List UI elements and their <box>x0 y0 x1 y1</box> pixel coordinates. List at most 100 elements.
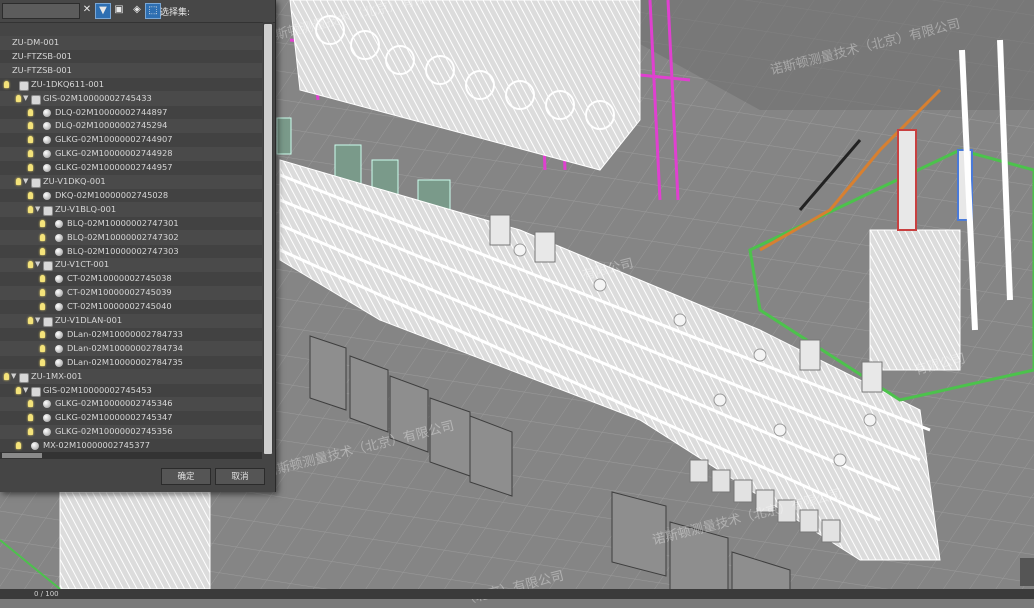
visibility-bulb-icon[interactable] <box>28 317 33 324</box>
expand-toggle-icon[interactable]: ▼ <box>23 175 28 189</box>
visibility-bulb-icon[interactable] <box>28 136 33 144</box>
visibility-bulb-icon[interactable] <box>28 150 33 158</box>
object-sphere-icon <box>31 442 39 451</box>
tree-row-label: GLKG-02M10000002745347 <box>55 412 173 423</box>
object-sphere-icon <box>43 400 51 409</box>
tree-row-label: MX-02M10000002745377 <box>43 440 151 451</box>
cancel-button[interactable]: 取消 <box>215 468 265 485</box>
horizontal-scrollbar[interactable] <box>0 452 262 459</box>
expand-toggle-icon[interactable]: ▼ <box>23 384 28 398</box>
visibility-bulb-icon[interactable] <box>40 219 45 227</box>
tree-row[interactable]: ZU-FTZSB-001 <box>0 49 262 64</box>
tree-row[interactable]: ZU-1DKQ611-001 <box>0 77 262 92</box>
expand-toggle-icon[interactable]: ▼ <box>11 370 16 384</box>
visibility-bulb-icon[interactable] <box>28 400 33 408</box>
object-sphere-icon <box>43 191 51 200</box>
tree-row[interactable]: ▼ GIS-02M10000002745433 <box>0 92 262 106</box>
ok-button[interactable]: 确定 <box>161 468 211 485</box>
layers-icon[interactable]: ◈ <box>130 3 144 17</box>
tree-row[interactable]: BLQ-02M10000002747301 <box>0 216 262 231</box>
object-sphere-icon <box>55 303 63 312</box>
visibility-bulb-icon[interactable] <box>16 178 21 185</box>
search-input[interactable] <box>2 3 80 19</box>
selection-set-label: 选择集: <box>160 8 191 18</box>
object-sphere-icon <box>43 150 51 159</box>
tree-row[interactable]: GLKG-02M10000002744907 <box>0 133 262 147</box>
tree-row[interactable]: ▼ ZU-V1DLAN-001 <box>0 314 262 328</box>
tree-row[interactable]: ZU-FTZSB-001 <box>0 64 262 78</box>
group-icon <box>43 261 53 272</box>
filter-icon[interactable]: ▼ <box>95 3 111 19</box>
tree-row[interactable]: BLQ-02M10000002747302 <box>0 231 262 245</box>
visibility-bulb-icon[interactable] <box>40 303 45 311</box>
tree-row-label: BLQ-02M10000002747303 <box>67 245 179 256</box>
group-icon <box>31 386 41 397</box>
tree-row[interactable]: GLKG-02M10000002745347 <box>0 411 262 425</box>
tree-row[interactable]: ▼ ZU-V1DKQ-001 <box>0 175 262 189</box>
display-icon[interactable]: ▣ <box>112 3 126 17</box>
visibility-bulb-icon[interactable] <box>40 358 45 366</box>
tree-row-label: ZU-FTZSB-001 <box>12 64 72 75</box>
visibility-bulb-icon[interactable] <box>28 164 33 172</box>
scrollbar-thumb[interactable] <box>2 453 42 458</box>
timeline-bar: 0 / 100 <box>0 589 1034 599</box>
tree-row[interactable]: ▼ ZU-V1BLQ-001 <box>0 203 262 217</box>
tree-row[interactable]: MX-02M10000002745377 <box>0 439 262 452</box>
scrollbar-thumb[interactable] <box>264 24 272 454</box>
explorer-toolbar: ✕ ▼ ▣ ◈ ⬚ 选择集: <box>0 0 275 23</box>
tree-row[interactable]: ▼ ZU-1MX-001 <box>0 370 262 384</box>
scene-explorer-dialog: ✕ ▼ ▣ ◈ ⬚ 选择集: ZU-DM-001 ZU-FTZSB-001 ZU-F… <box>0 0 276 492</box>
tree-row[interactable]: GLKG-02M10000002745356 <box>0 425 262 439</box>
tree-row[interactable]: GLKG-02M10000002744957 <box>0 161 262 175</box>
tree-row-label: GLKG-02M10000002744907 <box>55 134 173 145</box>
tree-row-label: ZU-V1DKQ-001 <box>43 176 106 186</box>
object-sphere-icon <box>55 275 63 284</box>
visibility-bulb-icon[interactable] <box>28 191 33 199</box>
visibility-bulb-icon[interactable] <box>4 372 9 380</box>
tree-row[interactable]: DLQ-02M10000002745294 <box>0 119 262 133</box>
visibility-bulb-icon[interactable] <box>40 289 45 297</box>
visibility-bulb-icon[interactable] <box>40 275 45 283</box>
visibility-bulb-icon[interactable] <box>4 80 9 88</box>
vertical-scrollbar[interactable] <box>263 22 273 454</box>
tree-row[interactable]: CT-02M10000002745038 <box>0 272 262 286</box>
object-sphere-icon <box>43 108 51 117</box>
select-icon[interactable]: ⬚ <box>145 3 161 19</box>
tree-row[interactable]: CT-02M10000002745039 <box>0 286 262 300</box>
tree-row[interactable]: CT-02M10000002745040 <box>0 300 262 314</box>
expand-toggle-icon[interactable]: ▼ <box>23 92 28 106</box>
visibility-bulb-icon[interactable] <box>28 428 33 436</box>
visibility-bulb-icon[interactable] <box>40 330 45 338</box>
visibility-bulb-icon[interactable] <box>16 442 21 450</box>
tree-row[interactable]: ZU-DM-001 <box>0 36 262 50</box>
visibility-bulb-icon[interactable] <box>28 108 33 116</box>
visibility-bulb-icon[interactable] <box>40 247 45 255</box>
visibility-bulb-icon[interactable] <box>28 261 33 269</box>
visibility-bulb-icon[interactable] <box>28 205 33 213</box>
tree-row[interactable]: DLan-02M10000002784735 <box>0 355 262 370</box>
tree-row[interactable]: DKQ-02M10000002745028 <box>0 188 262 203</box>
group-icon <box>43 205 53 216</box>
group-icon <box>19 372 29 383</box>
tree-row[interactable]: BLQ-02M10000002747303 <box>0 244 262 258</box>
tree-row[interactable]: GLKG-02M10000002745346 <box>0 397 262 411</box>
expand-toggle-icon[interactable]: ▼ <box>35 314 40 328</box>
visibility-bulb-icon[interactable] <box>16 386 21 394</box>
tree-row[interactable]: GLKG-02M10000002744928 <box>0 147 262 161</box>
visibility-bulb-icon[interactable] <box>16 94 21 102</box>
tree-row[interactable]: DLQ-02M10000002744897 <box>0 105 262 119</box>
visibility-bulb-icon[interactable] <box>40 344 45 352</box>
expand-toggle-icon[interactable]: ▼ <box>35 203 40 217</box>
expand-toggle-icon[interactable]: ▼ <box>35 258 40 272</box>
visibility-bulb-icon[interactable] <box>28 122 33 130</box>
tree-row-label: CT-02M10000002745040 <box>67 301 172 312</box>
close-icon[interactable]: ✕ <box>80 3 94 17</box>
tree-row[interactable]: ▼ ZU-V1CT-001 <box>0 258 262 272</box>
scene-tree[interactable]: ZU-DM-001 ZU-FTZSB-001 ZU-FTZSB-001 ZU-1DKQ… <box>0 36 262 452</box>
object-sphere-icon <box>43 136 51 145</box>
visibility-bulb-icon[interactable] <box>28 414 33 422</box>
tree-row[interactable]: DLan-02M10000002784733 <box>0 327 262 342</box>
tree-row[interactable]: ▼ GIS-02M10000002745453 <box>0 383 262 398</box>
tree-row[interactable]: DLan-02M10000002784734 <box>0 342 262 356</box>
visibility-bulb-icon[interactable] <box>40 233 45 241</box>
